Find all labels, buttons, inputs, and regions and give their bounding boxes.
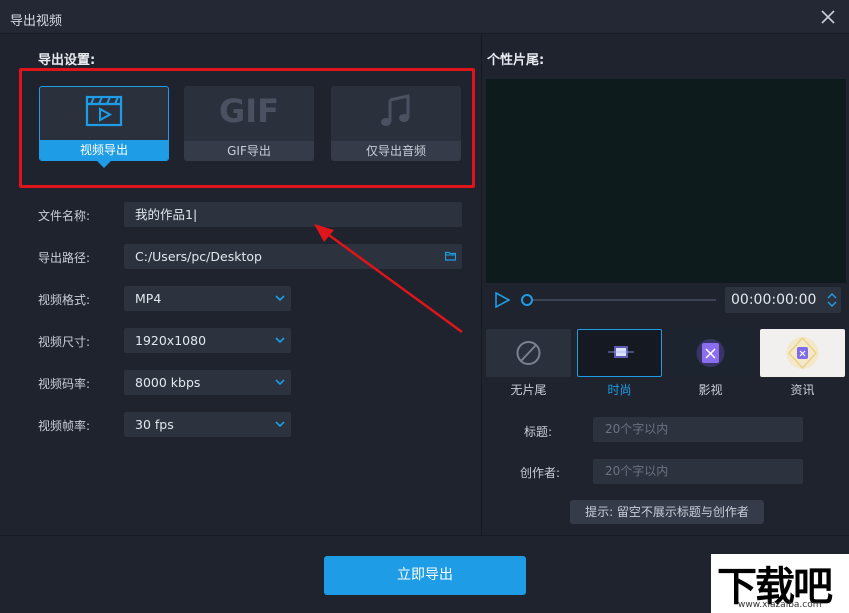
outro-author-label: 创作者:	[519, 466, 560, 480]
spinner-icon[interactable]	[827, 291, 837, 309]
news-thumbnail-icon	[786, 337, 819, 369]
player-controls: 00:00:00:00	[486, 285, 846, 315]
framerate-value: 30 fps	[135, 417, 174, 432]
size-value: 1920x1080	[135, 333, 207, 348]
format-select[interactable]: MP4	[124, 286, 291, 311]
window-title: 导出视频	[10, 14, 63, 29]
title-bar: 导出视频	[0, 0, 849, 34]
format-label: 视频格式:	[38, 293, 91, 307]
outro-template-none-label: 无片尾	[510, 383, 547, 397]
video-preview	[486, 79, 846, 283]
bitrate-label: 视频码率:	[38, 377, 91, 391]
time-value: 00:00:00:00	[731, 292, 817, 308]
gif-icon: GIF	[218, 92, 280, 130]
filename-label: 文件名称:	[38, 209, 91, 223]
play-icon[interactable]	[494, 292, 510, 308]
outro-template-fashion[interactable]	[577, 329, 662, 377]
progress-knob[interactable]	[521, 294, 533, 306]
outro-template-news[interactable]	[760, 329, 845, 377]
bitrate-value: 8000 kbps	[135, 375, 201, 390]
outro-heading: 个性片尾:	[487, 53, 545, 68]
export-now-button[interactable]: 立即导出	[324, 556, 526, 595]
mode-video-export[interactable]: 视频导出	[39, 86, 169, 161]
watermark-url: www.xiazaiba.com	[738, 600, 822, 610]
outro-template-news-label: 资讯	[790, 383, 815, 397]
chevron-down-icon	[275, 337, 285, 344]
outro-template-none[interactable]	[486, 329, 571, 377]
outro-template-film-label: 影视	[698, 383, 723, 397]
outro-title-label: 标题:	[523, 425, 552, 439]
clapperboard-icon	[85, 95, 123, 127]
framerate-select[interactable]: 30 fps	[124, 412, 291, 437]
path-input[interactable]: C:/Users/pc/Desktop	[124, 244, 462, 269]
mode-audio-export[interactable]: 仅导出音频	[331, 86, 461, 161]
outro-template-film[interactable]	[668, 329, 753, 377]
outro-hint: 提示: 留空不展示标题与创作者	[570, 500, 764, 524]
path-value: C:/Users/pc/Desktop	[135, 249, 262, 264]
export-settings-panel: 导出设置: 视频导出 GIF GIF导出 仅导出音频 文件名称: 我的作品1| …	[0, 35, 480, 535]
outro-panel: 个性片尾: 00:00:00:00 无片尾 时尚 影视 资讯 标题: 20个字以…	[481, 35, 849, 535]
mode-gif-label: GIF导出	[184, 141, 314, 161]
annotation-arrow	[314, 224, 463, 334]
folder-icon[interactable]	[445, 251, 456, 261]
chevron-down-icon	[275, 421, 285, 428]
bitrate-select[interactable]: 8000 kbps	[124, 370, 291, 395]
film-thumbnail-icon	[696, 339, 725, 367]
chevron-down-icon	[275, 379, 285, 386]
outro-title-input[interactable]: 20个字以内	[593, 417, 803, 442]
mode-gif-export[interactable]: GIF GIF导出	[184, 86, 314, 161]
close-icon[interactable]	[819, 8, 837, 26]
music-note-icon	[381, 94, 410, 126]
prohibited-icon	[516, 341, 541, 365]
size-label: 视频尺寸:	[38, 335, 91, 349]
format-value: MP4	[135, 291, 162, 306]
size-select[interactable]: 1920x1080	[124, 328, 291, 353]
chevron-down-icon	[275, 295, 285, 302]
framerate-label: 视频帧率:	[38, 419, 91, 433]
outro-template-fashion-label: 时尚	[607, 383, 632, 397]
fashion-thumbnail-icon	[608, 346, 634, 358]
mode-video-label: 视频导出	[40, 140, 168, 160]
site-watermark: 下载吧 www.xiazaiba.com	[711, 554, 849, 613]
mode-audio-label: 仅导出音频	[331, 141, 461, 161]
mode-pointer	[97, 161, 111, 168]
filename-value: 我的作品1	[135, 207, 193, 222]
outro-author-input[interactable]: 20个字以内	[593, 459, 803, 484]
time-input[interactable]: 00:00:00:00	[725, 287, 841, 313]
export-settings-heading: 导出设置:	[38, 53, 96, 68]
progress-track[interactable]	[526, 299, 716, 301]
filename-input[interactable]: 我的作品1|	[124, 202, 462, 227]
path-label: 导出路径:	[38, 251, 91, 265]
